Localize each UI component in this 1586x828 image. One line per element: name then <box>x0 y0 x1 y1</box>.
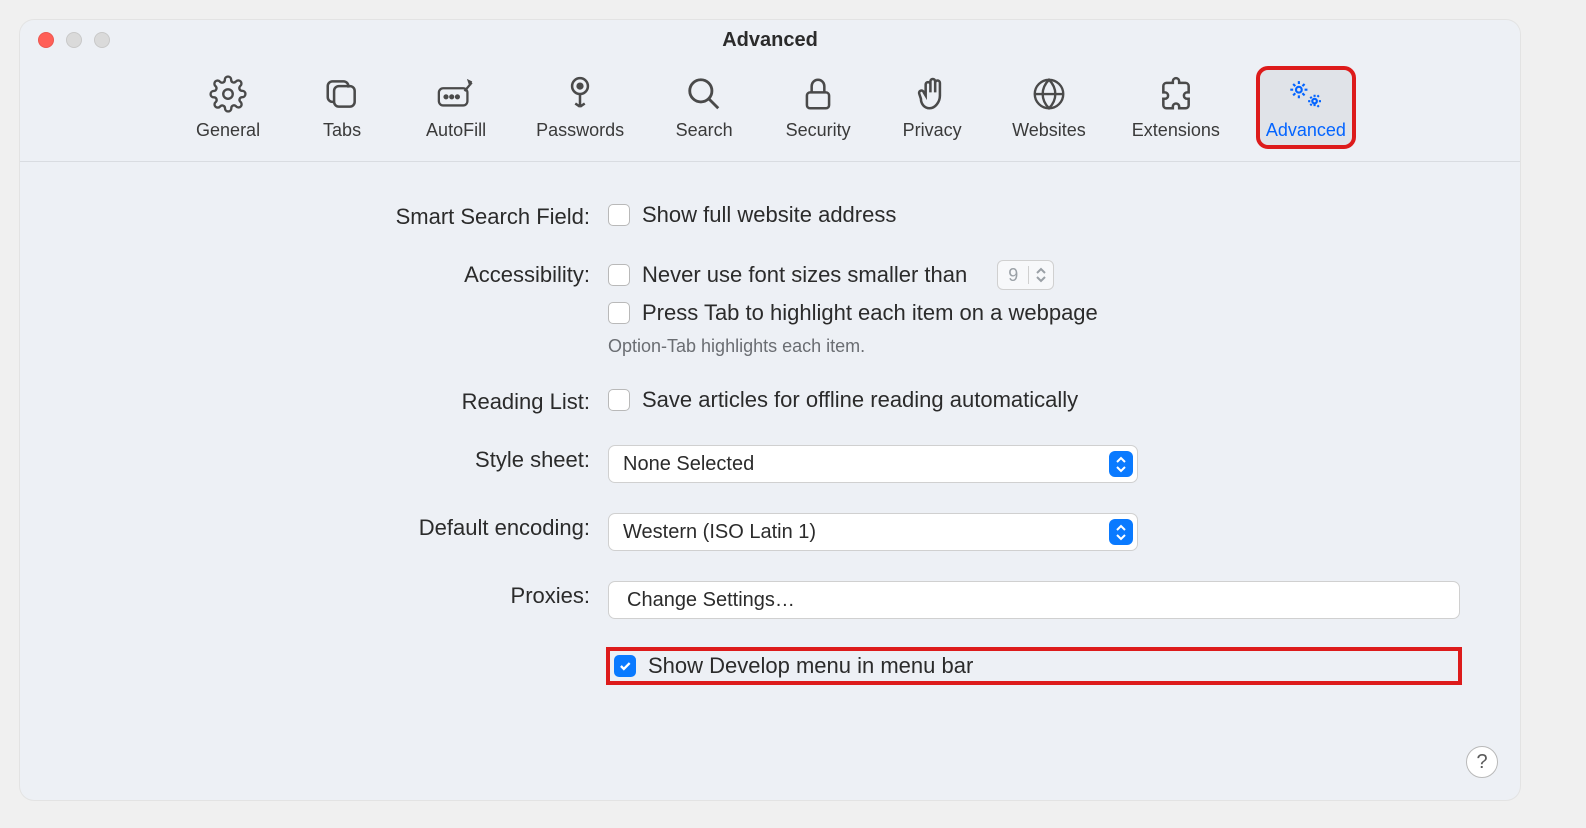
accessibility-label: Accessibility: <box>80 260 590 288</box>
tab-general[interactable]: General <box>188 70 268 145</box>
offline-reading-option[interactable]: Save articles for offline reading automa… <box>608 387 1460 413</box>
encoding-select[interactable]: Western (ISO Latin 1) <box>608 513 1138 551</box>
globe-icon <box>1029 74 1069 114</box>
encoding-label: Default encoding: <box>80 513 590 541</box>
lock-icon <box>798 74 838 114</box>
tab-label: Websites <box>1012 120 1086 141</box>
checkbox[interactable] <box>608 264 630 286</box>
tab-label: Extensions <box>1132 120 1220 141</box>
window-title: Advanced <box>20 29 1520 52</box>
help-button[interactable]: ? <box>1466 746 1498 778</box>
tab-label: General <box>196 120 260 141</box>
option-text: Press Tab to highlight each item on a we… <box>642 300 1098 326</box>
tab-label: AutoFill <box>426 120 486 141</box>
gear-icon <box>208 74 248 114</box>
min-font-size-option[interactable]: Never use font sizes smaller than <box>608 262 967 288</box>
select-value: None Selected <box>623 453 754 476</box>
font-size-value: 9 <box>998 265 1028 286</box>
show-full-address-option[interactable]: Show full website address <box>608 202 1460 228</box>
checkbox[interactable] <box>608 389 630 411</box>
option-text: Never use font sizes smaller than <box>642 262 967 288</box>
tab-extensions[interactable]: Extensions <box>1126 70 1226 145</box>
spacer <box>80 649 590 651</box>
reading-list-label: Reading List: <box>80 387 590 415</box>
style-sheet-select[interactable]: None Selected <box>608 445 1138 483</box>
help-icon: ? <box>1476 751 1487 774</box>
tab-label: Passwords <box>536 120 624 141</box>
autofill-icon <box>436 74 476 114</box>
select-value: Western (ISO Latin 1) <box>623 521 816 544</box>
option-hint: Option-Tab highlights each item. <box>608 336 1460 357</box>
key-icon <box>560 74 600 114</box>
tab-highlight-option[interactable]: Press Tab to highlight each item on a we… <box>608 300 1460 326</box>
option-text: Show full website address <box>642 202 896 228</box>
font-size-stepper[interactable]: 9 <box>997 260 1054 290</box>
tab-tabs[interactable]: Tabs <box>302 70 382 145</box>
style-sheet-label: Style sheet: <box>80 445 590 473</box>
proxies-label: Proxies: <box>80 581 590 609</box>
change-settings-button[interactable]: Change Settings… <box>608 581 1460 619</box>
button-text: Change Settings… <box>627 589 795 612</box>
preferences-window: Advanced General Tabs AutoFill Passwords <box>20 20 1520 800</box>
gears-icon <box>1286 74 1326 114</box>
tab-passwords[interactable]: Passwords <box>530 70 630 145</box>
tab-security[interactable]: Security <box>778 70 858 145</box>
develop-menu-highlight: Show Develop menu in menu bar <box>608 649 1460 683</box>
tab-label: Tabs <box>323 120 361 141</box>
chevron-updown-icon <box>1109 519 1133 545</box>
checkbox[interactable] <box>608 204 630 226</box>
show-develop-menu-option[interactable]: Show Develop menu in menu bar <box>614 653 973 679</box>
advanced-pane: Smart Search Field: Show full website ad… <box>20 162 1520 683</box>
stepper-buttons[interactable] <box>1028 266 1053 284</box>
smart-search-label: Smart Search Field: <box>80 202 590 230</box>
chevron-updown-icon <box>1109 451 1133 477</box>
tab-autofill[interactable]: AutoFill <box>416 70 496 145</box>
checkbox[interactable] <box>608 302 630 324</box>
tab-label: Security <box>786 120 851 141</box>
tabs-icon <box>322 74 362 114</box>
tab-search[interactable]: Search <box>664 70 744 145</box>
tab-privacy[interactable]: Privacy <box>892 70 972 145</box>
checkbox[interactable] <box>614 655 636 677</box>
tab-websites[interactable]: Websites <box>1006 70 1092 145</box>
preferences-toolbar: General Tabs AutoFill Passwords Search <box>20 60 1520 162</box>
titlebar: Advanced <box>20 20 1520 60</box>
option-text: Save articles for offline reading automa… <box>642 387 1078 413</box>
puzzle-icon <box>1156 74 1196 114</box>
tab-advanced[interactable]: Advanced <box>1260 70 1352 145</box>
option-text: Show Develop menu in menu bar <box>648 653 973 679</box>
search-icon <box>684 74 724 114</box>
tab-label: Advanced <box>1266 120 1346 141</box>
tab-label: Search <box>676 120 733 141</box>
hand-icon <box>912 74 952 114</box>
tab-label: Privacy <box>903 120 962 141</box>
